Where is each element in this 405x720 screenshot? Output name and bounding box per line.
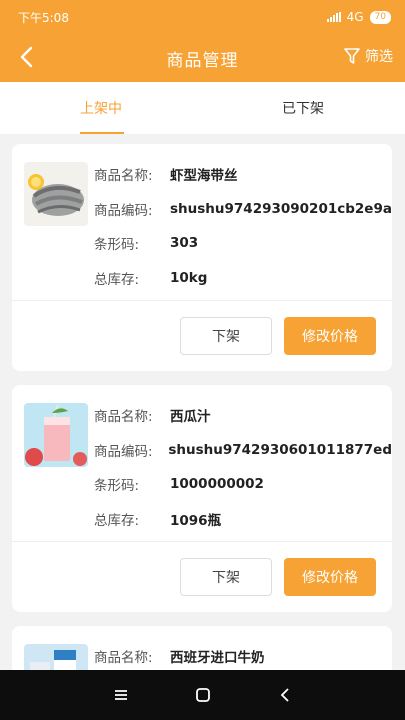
tab-on-shelf[interactable]: 上架中 [0,82,203,134]
product-card: 商品名称: 虾型海带丝 商品编码: shushu974293090201cb2e9a… [12,144,392,371]
tab-bar: 上架中 已下架 [0,82,405,134]
home-icon[interactable] [195,687,211,703]
battery-icon: 70 [369,10,391,24]
product-card: 商品名称: 西瓜汁 商品编码: shushu9742930601011877ed 条… [12,385,392,612]
status-time: 下午5:08 [18,10,69,25]
menu-icon[interactable] [114,689,128,701]
back-nav-icon[interactable] [279,687,291,703]
field-label: 商品名称: [94,409,153,426]
take-off-shelf-button[interactable]: 下架 [180,317,272,355]
app-header: 下午5:08 4G 70 商品管理 筛选 [0,0,405,82]
tab-on-shelf-label: 上架中 [80,101,122,117]
product-barcode: 1000000002 [170,476,264,493]
edit-price-button[interactable]: 修改价格 [284,558,376,596]
product-name-row: 商品名称: 虾型海带丝 [94,157,392,192]
product-name: 西瓜汁 [170,409,211,426]
filter-icon [344,48,360,64]
tab-off-shelf-label: 已下架 [282,101,324,117]
page-title: 商品管理 [166,50,239,71]
status-bar: 下午5:08 4G 70 [0,0,405,34]
nav-bar: 商品管理 筛选 [0,34,405,82]
product-stock-row: 总库存: 10kg [94,261,392,296]
network-label: 4G [346,10,364,24]
product-name-row: 商品名称: 西班牙进口牛奶 [94,639,392,674]
status-icons: 4G 70 [326,10,391,24]
product-barcode-row: 条形码: 1000000002 [94,467,392,502]
field-label: 商品编码: [94,202,153,219]
edit-price-button[interactable]: 修改价格 [284,317,376,355]
chevron-left-icon [20,46,33,68]
field-label: 条形码: [94,237,140,254]
system-nav-bar [0,670,405,720]
product-list: 商品名称: 虾型海带丝 商品编码: shushu974293090201cb2e9a… [12,144,392,700]
product-barcode-row: 条形码: 303 [94,226,392,261]
filter-label: 筛选 [365,49,393,65]
back-button[interactable] [14,45,38,69]
take-off-shelf-button[interactable]: 下架 [180,558,272,596]
product-stock: 10kg [170,269,208,286]
tab-off-shelf[interactable]: 已下架 [203,82,405,134]
field-label: 总库存: [94,271,140,288]
product-name: 虾型海带丝 [170,168,238,185]
product-barcode: 303 [170,235,199,252]
product-code: shushu974293090201cb2e9a [170,200,392,217]
product-name-row: 商品名称: 西瓜汁 [94,398,392,433]
product-code-row: 商品编码: shushu974293090201cb2e9a [94,192,392,227]
signal-icon [326,12,341,22]
product-code-row: 商品编码: shushu9742930601011877ed [94,433,392,468]
field-label: 商品名称: [94,168,153,185]
product-name: 西班牙进口牛奶 [170,650,265,667]
product-stock: 1096瓶 [170,512,222,529]
field-label: 商品编码: [94,443,153,460]
filter-button[interactable]: 筛选 [343,46,393,66]
product-stock-row: 总库存: 1096瓶 [94,502,392,537]
juice-image [24,403,88,467]
field-label: 条形码: [94,478,140,495]
field-label: 总库存: [94,512,140,529]
product-code: shushu9742930601011877ed [168,441,392,458]
shrimp-image [24,162,88,226]
field-label: 商品名称: [94,650,153,667]
